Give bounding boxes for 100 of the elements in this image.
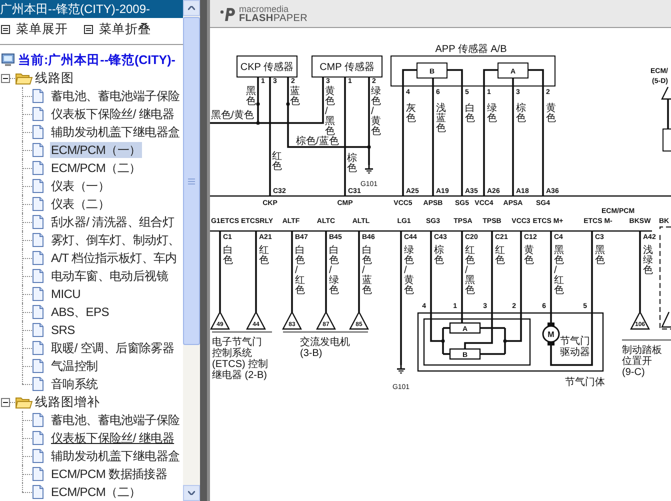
- tree-item[interactable]: 蓄电池、蓄电池端子保险: [50, 88, 181, 104]
- wire-color-label: 白色/蓝色: [362, 245, 372, 296]
- wire-color-label: 白色/绿色: [329, 245, 339, 296]
- computer-icon: [1, 53, 15, 67]
- wire-color-label: 黄色/黑色: [325, 86, 335, 137]
- sensor-label: CKP 传感器: [240, 62, 294, 73]
- tree-item[interactable]: 雾灯、倒车灯、制动灯、: [50, 232, 181, 248]
- document-icon: [32, 431, 44, 445]
- tree-item[interactable]: 蓄电池、蓄电池端子保险: [50, 412, 181, 428]
- throttle-body-label: 节气门体: [565, 377, 605, 388]
- document-icon: [32, 305, 44, 319]
- document-icon: [32, 215, 44, 229]
- wire-color-label: 绿色/黄色: [404, 245, 414, 296]
- document-icon: [32, 179, 44, 193]
- motor-label: M: [548, 330, 554, 339]
- document-icon: [32, 413, 44, 427]
- document-icon: [32, 89, 44, 103]
- list-icon: [84, 24, 93, 34]
- wire-color-label: 黑色: [246, 86, 256, 107]
- wire-color-label: 红色/黑色: [465, 245, 475, 296]
- folder-icon: [15, 72, 33, 84]
- tree-item[interactable]: ECM/PCM（二）: [50, 484, 142, 500]
- wire-color-label: 棕色: [347, 153, 357, 174]
- document-icon: [32, 125, 44, 139]
- tree-item[interactable]: 电动车窗、电动后视镜: [50, 268, 170, 284]
- wire-color-label: 黑色/红色: [554, 245, 564, 296]
- tree-item[interactable]: 仪表（二）: [50, 196, 111, 212]
- tree-item[interactable]: ECM/PCM 数据插接器: [50, 466, 168, 482]
- tree-item[interactable]: ABS、EPS: [50, 304, 110, 320]
- actuator-label: 节气门 驱动器: [560, 336, 590, 358]
- wire-color-label: 黑色/黄色: [211, 110, 254, 121]
- document-icon: [32, 467, 44, 481]
- scrollbar-thumb[interactable]: [183, 17, 200, 345]
- wire-color-label: 绿色/黄色: [371, 86, 381, 137]
- document-icon: [32, 251, 44, 265]
- collapse-icon[interactable]: [1, 74, 10, 82]
- tree-root-label: 当前:广州本田--锋范(CITY)-: [18, 52, 176, 69]
- device-note: 交流发电机 (3-B): [300, 337, 350, 359]
- document-icon: [32, 233, 44, 247]
- scroll-down-button[interactable]: [183, 485, 200, 501]
- document-icon: [32, 485, 44, 499]
- tree-item[interactable]: 气温控制: [50, 358, 99, 374]
- document-icon: [32, 269, 44, 283]
- tree-item[interactable]: 仪表板下保险丝/ 继电器: [50, 106, 176, 122]
- wire-color-label: 白色: [465, 103, 475, 124]
- document-icon: [32, 287, 44, 301]
- panel-title: 广州本田--锋范(CITY)-2009-: [0, 0, 183, 18]
- wire-color-label: 棕色/蓝色: [296, 136, 339, 147]
- list-icon: [1, 24, 10, 34]
- logo-brand: macromedia: [239, 4, 290, 14]
- tree-item[interactable]: 音响系统: [50, 376, 99, 392]
- tree-item[interactable]: 仪表（一）: [50, 178, 111, 194]
- tree-item[interactable]: MICU: [50, 286, 82, 302]
- wire-color-label: 绿色: [487, 103, 497, 124]
- scrollbar[interactable]: [183, 0, 200, 501]
- wire-color-label: 红色: [272, 151, 282, 172]
- wire-color-label: 棕色: [434, 245, 444, 266]
- tree-folder[interactable]: 线路图: [35, 68, 74, 88]
- tree-item[interactable]: 刮水器/ 清洗器、组合灯: [50, 214, 176, 230]
- wire-color-label: 棕色: [516, 103, 526, 124]
- device-note: 制动踏板 位置开 (9-C): [622, 345, 662, 378]
- tree-folder[interactable]: 线路图增补: [35, 392, 100, 412]
- document-icon: [32, 449, 44, 463]
- document-icon: [32, 359, 44, 373]
- wire-color-label: 白色/红色: [295, 245, 305, 296]
- document-icon: [32, 323, 44, 337]
- sensor-label: APP 传感器 A/B: [435, 44, 507, 55]
- document-icon: [32, 107, 44, 121]
- wire-color-label: 红色: [259, 245, 269, 266]
- document-icon: [32, 341, 44, 355]
- wire-color-label: 黄色: [524, 245, 534, 266]
- scroll-up-button[interactable]: [183, 0, 200, 16]
- wire-color-label: 黄色: [546, 103, 556, 124]
- tree-item[interactable]: ECM/PCM（二）: [50, 160, 142, 176]
- document-icon: [32, 197, 44, 211]
- wire-color-label: 浅绿色: [643, 245, 653, 276]
- wire-color-label: 红色: [495, 245, 505, 266]
- document-icon: [32, 377, 44, 391]
- grip-icon: [188, 178, 195, 184]
- document-icon: [32, 161, 44, 175]
- tree-item[interactable]: ECM/PCM（一）: [50, 142, 142, 158]
- tree-item[interactable]: 辅助发动机盖下继电器盒: [50, 448, 181, 464]
- sensor-label: CMP 传感器: [320, 62, 374, 73]
- folder-icon: [15, 396, 33, 408]
- tree-item[interactable]: SRS: [50, 322, 76, 338]
- wire-color-label: 白色: [223, 245, 233, 266]
- logo-product: FLASHPAPER: [239, 14, 308, 22]
- tree-item[interactable]: A/T 档位指示板灯、车内: [50, 250, 178, 266]
- tree-item[interactable]: 取暖/ 空调、后窗除雾器: [50, 340, 176, 356]
- wire-color-label: 黑色: [595, 245, 605, 266]
- wire-color-label: 浅蓝色: [436, 103, 446, 134]
- collapse-icon[interactable]: [1, 398, 10, 406]
- menu-link[interactable]: 菜单折叠: [99, 20, 151, 38]
- logo-icon: [220, 6, 236, 22]
- menu-link[interactable]: 菜单展开: [16, 20, 68, 38]
- document-icon: [32, 143, 44, 157]
- wire-color-label: 蓝色: [290, 86, 300, 107]
- tree-item[interactable]: 仪表板下保险丝/ 继电器: [50, 430, 176, 446]
- device-note: 电子节气门 控制系统 (ETCS) 控制 继电器 (2-B): [212, 337, 268, 381]
- tree-item[interactable]: 辅助发动机盖下继电器盒: [50, 124, 181, 140]
